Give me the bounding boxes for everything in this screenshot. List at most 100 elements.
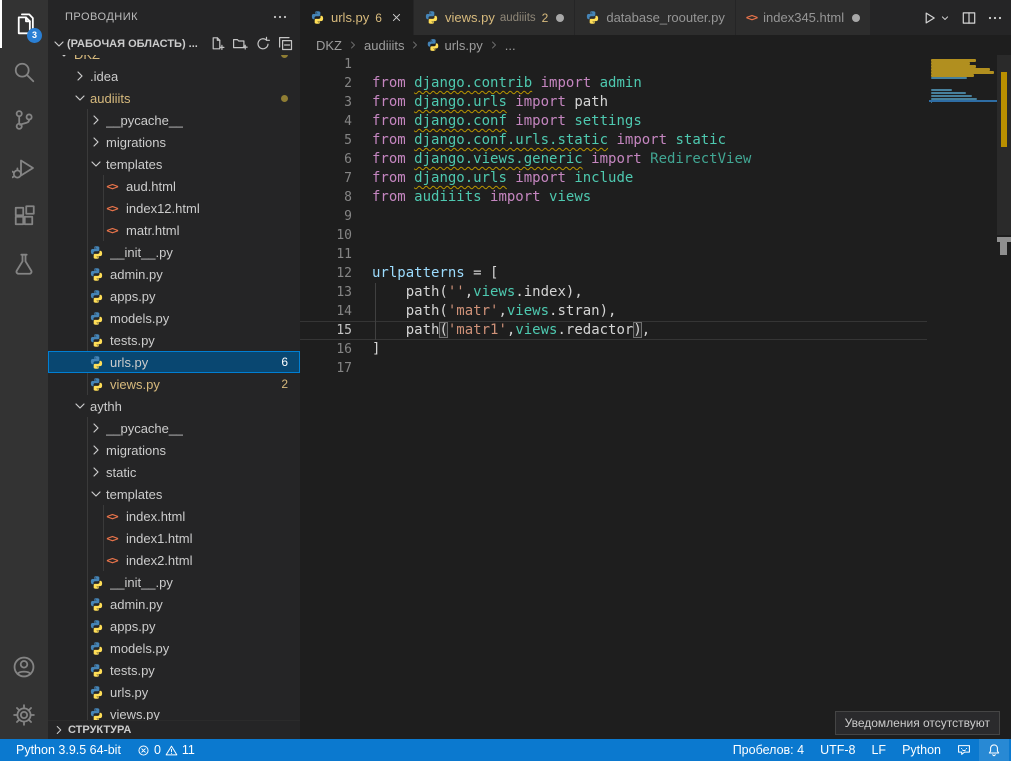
code-line[interactable]: 13 path('',views.index),	[300, 283, 927, 302]
activity-search-button[interactable]	[0, 48, 48, 96]
code-line[interactable]: 17	[300, 359, 927, 378]
tree-folder-templates[interactable]: templates	[48, 483, 300, 505]
tree-file-models.py[interactable]: models.py	[48, 307, 300, 329]
tree-file-apps.py[interactable]: apps.py	[48, 285, 300, 307]
tree-file-tests.py[interactable]: tests.py	[48, 329, 300, 351]
close-icon[interactable]	[390, 11, 403, 24]
chevron-right-icon	[88, 420, 104, 436]
activity-explorer-button[interactable]: 3	[0, 0, 48, 48]
tree-file-views.py[interactable]: views.py2	[48, 373, 300, 395]
split-editor-button[interactable]	[961, 10, 977, 26]
tree-file-__init__.py[interactable]: __init__.py	[48, 241, 300, 263]
tab-database_roouter.py[interactable]: database_roouter.py	[575, 0, 736, 35]
tab-index345.html[interactable]: <>index345.html	[736, 0, 871, 35]
breadcrumb-item[interactable]: urls.py	[426, 38, 482, 53]
tree-folder-__pycache__[interactable]: __pycache__	[48, 109, 300, 131]
feedback-button[interactable]	[949, 739, 979, 761]
code-line[interactable]: 8from audiiits import views	[300, 188, 927, 207]
tree-file-index1.html[interactable]: <>index1.html	[48, 527, 300, 549]
tree-file-aud.html[interactable]: <>aud.html	[48, 175, 300, 197]
more-actions-icon[interactable]	[272, 9, 288, 25]
account-icon	[12, 655, 36, 679]
tree-file-urls.py[interactable]: urls.py	[48, 681, 300, 703]
notifications-bell-button[interactable]	[979, 739, 1009, 761]
activity-source-control-button[interactable]	[0, 96, 48, 144]
encoding-status[interactable]: UTF-8	[812, 739, 863, 761]
chevron-right-icon	[88, 464, 104, 480]
code-editor[interactable]: 12from django.contrib import admin3from …	[300, 55, 1011, 739]
code-area[interactable]: 12from django.contrib import admin3from …	[300, 55, 927, 378]
code-line[interactable]: 3from django.urls import path	[300, 93, 927, 112]
workspace-section-header[interactable]: (РАБОЧАЯ ОБЛАСТЬ) ...	[48, 33, 300, 55]
code-line[interactable]: 9	[300, 207, 927, 226]
tree-folder-static[interactable]: static	[48, 461, 300, 483]
workspace-label: (РАБОЧАЯ ОБЛАСТЬ) ...	[67, 38, 205, 50]
problems-status[interactable]: 011	[129, 739, 203, 761]
code-line[interactable]: 7from django.urls import include	[300, 169, 927, 188]
tree-file-urls.py[interactable]: urls.py6	[48, 351, 300, 373]
language-mode-status[interactable]: Python	[894, 739, 949, 761]
tree-folder-DKZ[interactable]: DKZ	[48, 55, 300, 65]
code-line[interactable]: 5from django.conf.urls.static import sta…	[300, 131, 927, 150]
code-line[interactable]: 11	[300, 245, 927, 264]
tree-folder-.idea[interactable]: .idea	[48, 65, 300, 87]
run-button[interactable]	[921, 10, 937, 26]
collapse-all-icon[interactable]	[278, 36, 294, 52]
minimap[interactable]	[929, 55, 997, 175]
refresh-icon[interactable]	[255, 36, 271, 52]
code-line[interactable]: 6from django.views.generic import Redire…	[300, 150, 927, 169]
run-dropdown-icon[interactable]	[939, 12, 951, 24]
chevron-right-icon	[88, 134, 104, 150]
tab-views.py[interactable]: views.pyaudiiits2	[414, 0, 575, 35]
tab-urls.py[interactable]: urls.py6	[300, 0, 414, 35]
tree-folder-aythh[interactable]: aythh	[48, 395, 300, 417]
activity-settings-button[interactable]	[0, 691, 48, 739]
tree-folder-__pycache__[interactable]: __pycache__	[48, 417, 300, 439]
activity-extensions-button[interactable]	[0, 192, 48, 240]
code-line[interactable]: 14 path('matr',views.stran),	[300, 302, 927, 321]
code-line[interactable]: 2from django.contrib import admin	[300, 74, 927, 93]
new-file-icon[interactable]	[209, 36, 225, 52]
tree-file-admin.py[interactable]: admin.py	[48, 263, 300, 285]
code-line[interactable]: 16]	[300, 340, 927, 359]
tree-folder-templates[interactable]: templates	[48, 153, 300, 175]
python-version-status[interactable]: Python 3.9.5 64-bit	[8, 739, 129, 761]
activity-run-debug-button[interactable]	[0, 144, 48, 192]
code-line[interactable]: 1	[300, 55, 927, 74]
scrollbar[interactable]	[997, 55, 1011, 739]
code-line[interactable]: 4from django.conf import settings	[300, 112, 927, 131]
tree-folder-migrations[interactable]: migrations	[48, 131, 300, 153]
code-line[interactable]: 12urlpatterns = [	[300, 264, 927, 283]
new-folder-icon[interactable]	[232, 36, 248, 52]
outline-section-header[interactable]: СТРУКТУРА	[48, 720, 300, 739]
code-line[interactable]: 10	[300, 226, 927, 245]
chevron-right-icon	[72, 68, 88, 84]
tree-folder-audiiits[interactable]: audiiits	[48, 87, 300, 109]
activity-testing-button[interactable]	[0, 240, 48, 288]
tree-file-index2.html[interactable]: <>index2.html	[48, 549, 300, 571]
breadcrumb-item[interactable]: DKZ	[316, 38, 342, 53]
python-file-icon	[88, 311, 104, 326]
tree-file-views.py[interactable]: views.py	[48, 703, 300, 720]
activity-account-button[interactable]	[0, 643, 48, 691]
tree-item-label: .idea	[90, 69, 118, 84]
code-line[interactable]: 15 path('matr1',views.redactor),	[300, 321, 927, 340]
eol-status[interactable]: LF	[863, 739, 894, 761]
tree-file-index.html[interactable]: <>index.html	[48, 505, 300, 527]
tree-file-index12.html[interactable]: <>index12.html	[48, 197, 300, 219]
tree-file-admin.py[interactable]: admin.py	[48, 593, 300, 615]
indentation-status[interactable]: Пробелов: 4	[725, 739, 812, 761]
tree-item-label: models.py	[110, 311, 169, 326]
tree-file-matr.html[interactable]: <>matr.html	[48, 219, 300, 241]
tree-item-label: matr.html	[126, 223, 179, 238]
more-actions-icon[interactable]	[987, 10, 1003, 26]
breadcrumb-item[interactable]: ...	[505, 38, 516, 53]
tree-file-__init__.py[interactable]: __init__.py	[48, 571, 300, 593]
minimap-current-line	[929, 100, 997, 102]
tree-file-models.py[interactable]: models.py	[48, 637, 300, 659]
breadcrumb-item[interactable]: audiiits	[364, 38, 404, 53]
tree-folder-migrations[interactable]: migrations	[48, 439, 300, 461]
tree-file-apps.py[interactable]: apps.py	[48, 615, 300, 637]
tree-file-tests.py[interactable]: tests.py	[48, 659, 300, 681]
cursor-position-status[interactable]	[709, 739, 725, 761]
